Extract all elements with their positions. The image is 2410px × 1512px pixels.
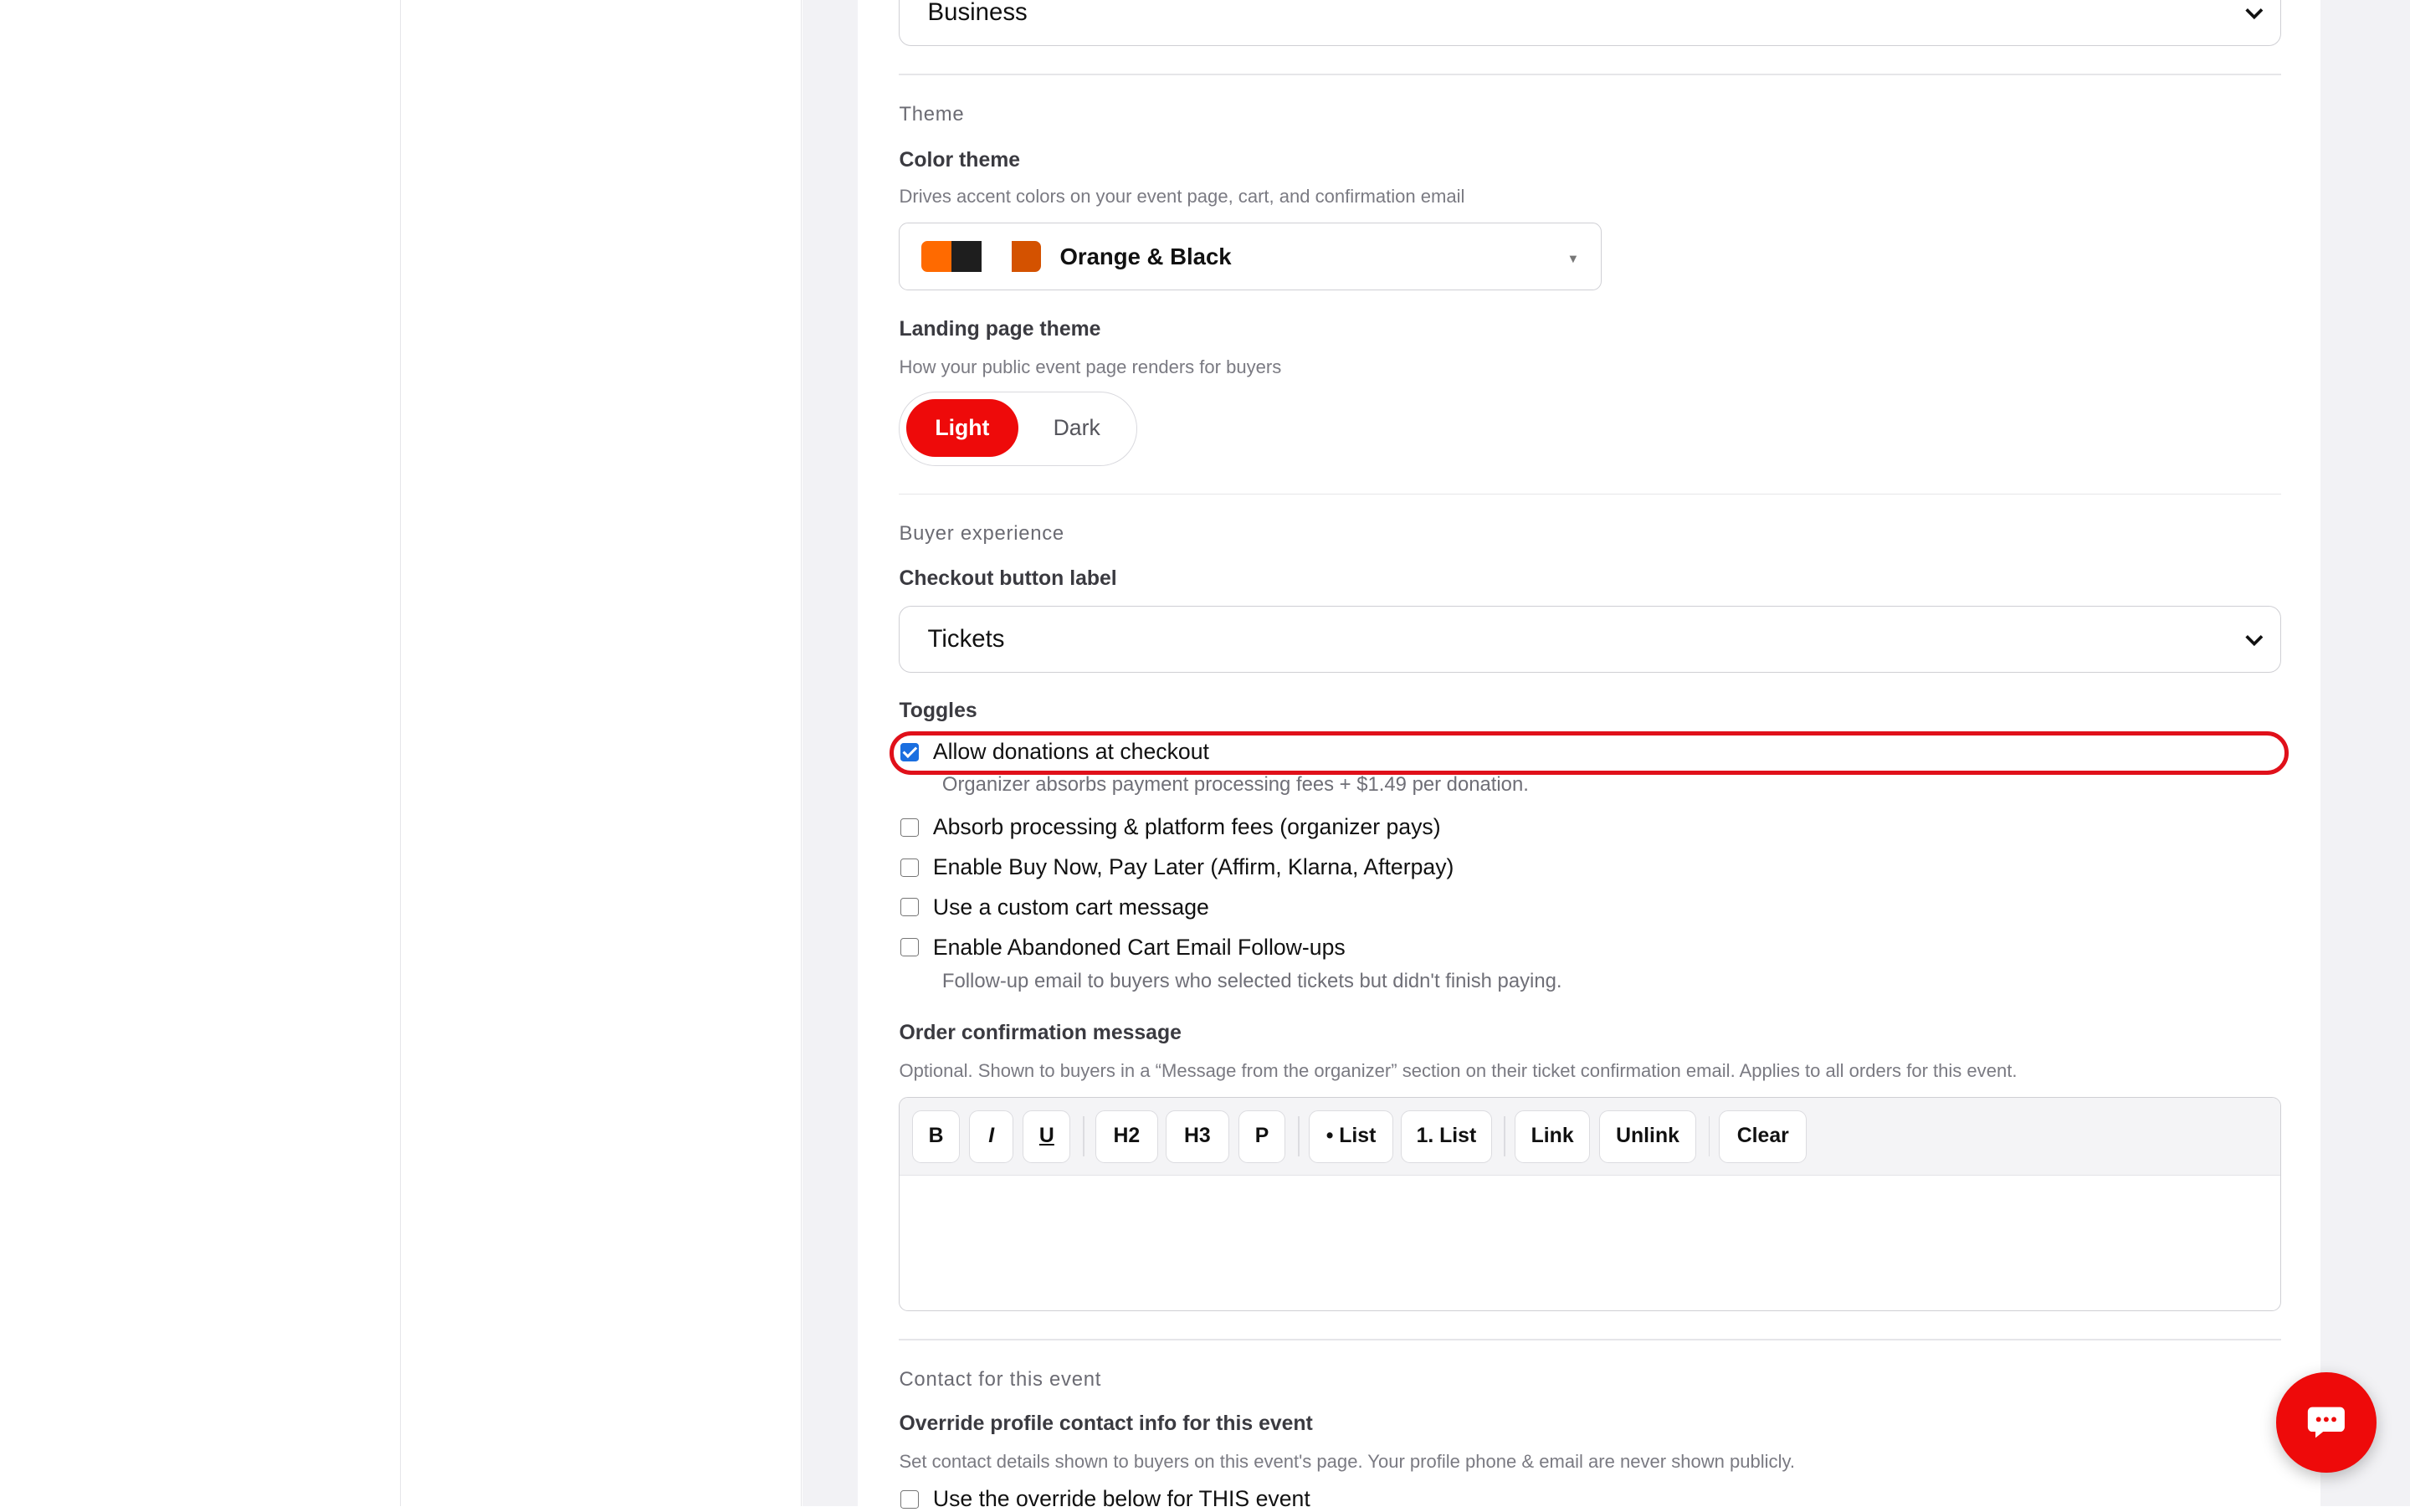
category-select-value: Business	[927, 0, 1028, 26]
secondary-column	[401, 0, 802, 1506]
color-theme-select[interactable]: Orange & Black ▼	[899, 223, 1602, 291]
theme-option-light[interactable]: Light	[905, 398, 1018, 458]
unlink-button[interactable]: Unlink	[1599, 1110, 1696, 1163]
checkbox[interactable]	[900, 898, 920, 917]
highlight-outline	[890, 731, 2289, 775]
toggle-label: Enable Buy Now, Pay Later (Affirm, Klarn…	[932, 854, 1454, 880]
underline-button[interactable]: U	[1023, 1110, 1071, 1163]
override-contact-checkbox-row[interactable]: Use the override below for THIS event	[899, 1486, 1310, 1512]
override-contact-label: Override profile contact info for this e…	[899, 1412, 1313, 1435]
checkbox[interactable]	[900, 818, 920, 837]
checkout-label-value: Tickets	[927, 625, 1005, 653]
divider	[899, 74, 2281, 75]
checkout-label-title: Checkout button label	[899, 566, 1117, 590]
override-contact-help: Set contact details shown to buyers on t…	[899, 1450, 1795, 1472]
heading2-button[interactable]: H2	[1095, 1110, 1159, 1163]
swatch-white	[981, 241, 1012, 273]
abandoned-cart-help: Follow-up email to buyers who selected t…	[941, 969, 1562, 992]
numbered-list-button[interactable]: 1. List	[1401, 1110, 1492, 1163]
swatch-black	[951, 241, 982, 273]
toggle-buy-now-pay-later[interactable]: Enable Buy Now, Pay Later (Affirm, Klarn…	[899, 854, 1454, 880]
toolbar-separator	[1504, 1116, 1506, 1157]
toolbar-separator	[1298, 1116, 1300, 1157]
landing-theme-toggle: Light Dark	[899, 392, 1138, 466]
rich-text-editor: B I U H2 H3 P • List 1. List Link Unlink…	[899, 1097, 2281, 1311]
bold-button[interactable]: B	[912, 1110, 961, 1163]
section-title-buyer-experience: Buyer experience	[899, 522, 1064, 546]
paragraph-button[interactable]: P	[1238, 1110, 1286, 1163]
category-select[interactable]: Business	[899, 0, 2281, 47]
caret-down-icon: ▼	[1566, 253, 1580, 267]
clear-button[interactable]: Clear	[1719, 1110, 1808, 1163]
page: Business Theme Color theme Drives accent…	[0, 0, 2410, 1511]
section-title-contact: Contact for this event	[899, 1367, 1102, 1391]
chevron-down-icon	[2244, 8, 2263, 19]
toggle-custom-cart-message[interactable]: Use a custom cart message	[899, 894, 1209, 920]
color-theme-help: Drives accent colors on your event page,…	[899, 186, 1465, 208]
swatch-orange	[921, 241, 951, 273]
italic-button[interactable]: I	[969, 1110, 1014, 1163]
color-theme-value: Orange & Black	[1059, 243, 1232, 269]
toggle-abandoned-cart[interactable]: Enable Abandoned Cart Email Follow-ups	[899, 934, 1346, 961]
divider	[899, 1338, 2281, 1340]
toggle-label: Enable Abandoned Cart Email Follow-ups	[932, 934, 1346, 960]
checkbox[interactable]	[900, 938, 920, 957]
editor-content-area[interactable]	[900, 1176, 2279, 1310]
toggle-absorb-fees[interactable]: Absorb processing & platform fees (organ…	[899, 814, 1441, 840]
color-swatches	[921, 241, 1042, 273]
theme-option-dark[interactable]: Dark	[1029, 399, 1125, 458]
checkout-label-select[interactable]: Tickets	[899, 605, 2281, 674]
checkbox[interactable]	[900, 858, 920, 877]
toggle-label: Absorb processing & platform fees (organ…	[932, 814, 1441, 840]
link-button[interactable]: Link	[1515, 1110, 1591, 1163]
toolbar-separator	[1708, 1116, 1710, 1157]
chevron-down-icon	[2244, 635, 2263, 647]
override-checkbox-label: Use the override below for THIS event	[932, 1486, 1310, 1512]
editor-toolbar: B I U H2 H3 P • List 1. List Link Unlink…	[900, 1098, 2280, 1176]
left-sidebar	[0, 0, 401, 1506]
landing-theme-label: Landing page theme	[899, 318, 1101, 341]
heading3-button[interactable]: H3	[1166, 1110, 1229, 1163]
section-title-theme: Theme	[899, 103, 965, 126]
toggles-label: Toggles	[899, 699, 977, 722]
landing-theme-help: How your public event page renders for b…	[899, 356, 1282, 378]
toggle-label: Use a custom cart message	[932, 894, 1209, 920]
order-confirmation-label: Order confirmation message	[899, 1022, 1182, 1045]
order-confirmation-help: Optional. Shown to buyers in a “Message …	[899, 1060, 2018, 1082]
color-theme-label: Color theme	[899, 149, 1021, 172]
bullet-list-button[interactable]: • List	[1309, 1110, 1394, 1163]
divider	[899, 493, 2281, 495]
chat-bubble-icon	[2307, 1407, 2345, 1438]
chat-button[interactable]	[2276, 1372, 2377, 1473]
toolbar-separator	[1083, 1116, 1084, 1157]
swatch-dark-orange	[1011, 241, 1042, 273]
checkbox[interactable]	[900, 1489, 920, 1509]
donations-help: Organizer absorbs payment processing fee…	[941, 772, 1529, 796]
